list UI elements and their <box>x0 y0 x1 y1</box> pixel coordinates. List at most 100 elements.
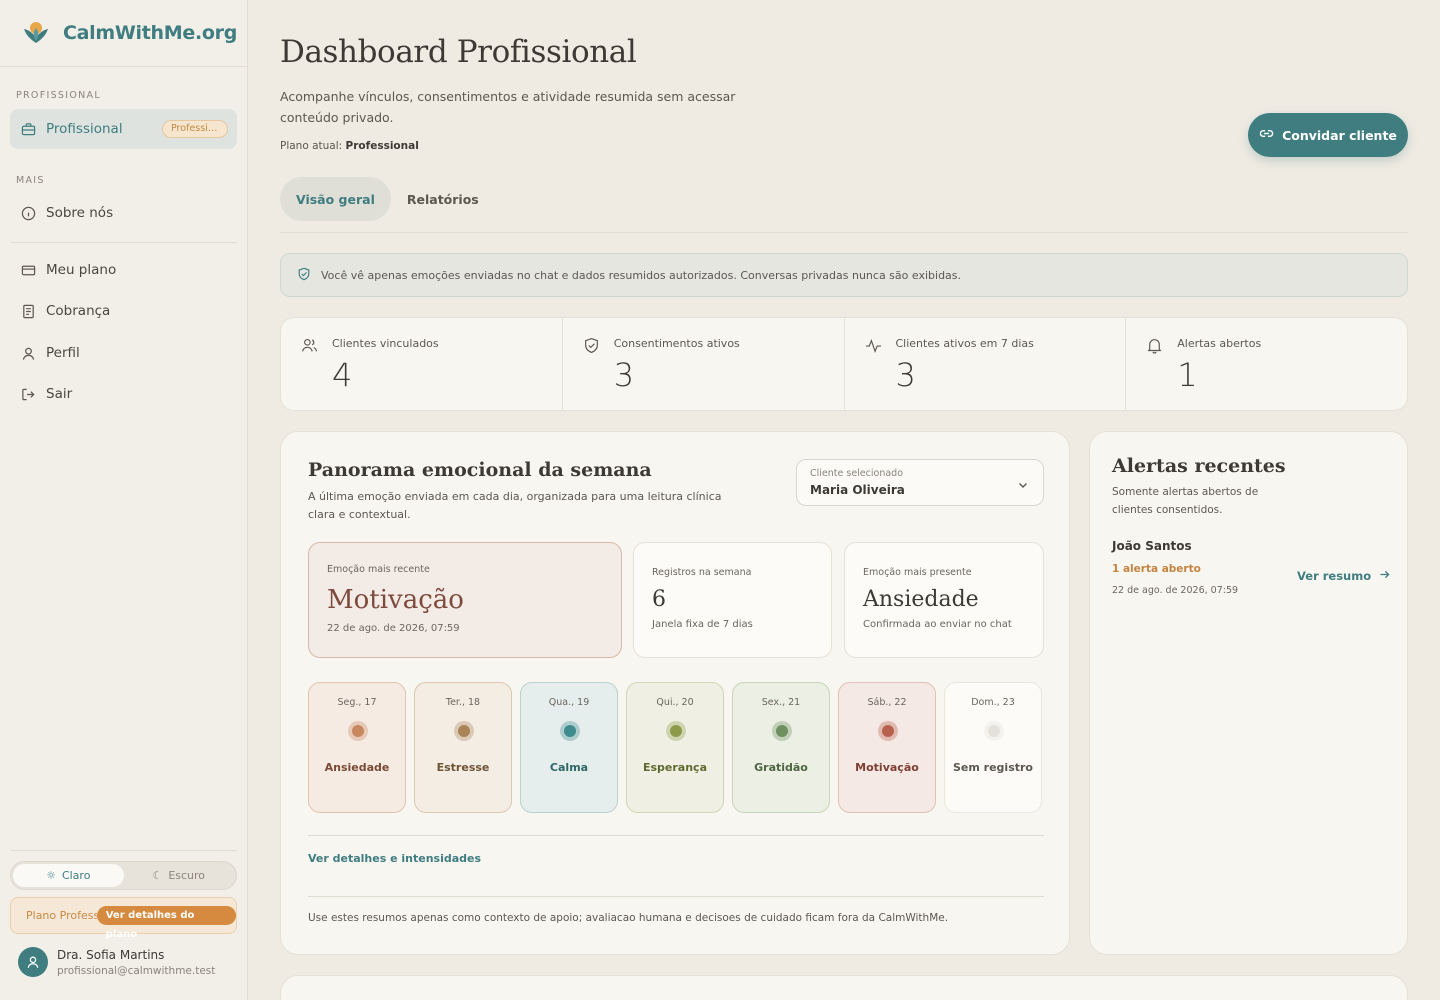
day-card[interactable]: Qui., 20 Esperança <box>626 682 724 813</box>
day-card[interactable]: Sex., 21 Gratidão <box>732 682 830 813</box>
stat-label: Clientes vinculados <box>332 337 439 350</box>
day-date: Qua., 19 <box>548 697 590 708</box>
day-card[interactable]: Seg., 17 Ansiedade <box>308 682 406 813</box>
tabs-divider <box>280 232 1408 233</box>
emotion-dot-icon <box>984 721 1004 741</box>
sun-icon: ☼ <box>46 869 56 882</box>
stats-bar: Clientes vinculados 4 Consentimentos ati… <box>280 317 1408 411</box>
chevron-down-icon <box>1017 476 1029 495</box>
avatar <box>18 947 48 977</box>
sidebar-item-profile[interactable]: Perfil <box>10 333 237 373</box>
plan-badge: Professional <box>162 120 228 138</box>
theme-dark-option[interactable]: ☾ Escuro <box>124 864 235 887</box>
shield-check-icon <box>297 267 311 284</box>
current-plan-prefix: Plano atual: <box>280 140 343 152</box>
stat-label: Consentimentos ativos <box>613 337 740 350</box>
day-emotion: Ansiedade <box>324 761 390 774</box>
sidebar-item-about[interactable]: Sobre nós <box>10 193 237 233</box>
most-present-emotion-card: Emoção mais presente Ansiedade Confirmad… <box>844 542 1044 658</box>
emotion-dot-icon <box>560 721 580 741</box>
emotion-dot-core <box>776 725 788 737</box>
user-icon <box>20 345 36 361</box>
arrow-right-icon <box>1379 569 1390 583</box>
day-card[interactable]: Sáb., 22 Motivação <box>838 682 936 813</box>
emotion-dot-core <box>988 725 1000 737</box>
user-card[interactable]: Dra. Sofia Martins profissional@calmwith… <box>18 947 215 977</box>
tab-reports[interactable]: Relatórios <box>391 177 495 221</box>
alert-count: 1 alerta aberto <box>1112 563 1201 575</box>
day-date: Sex., 21 <box>761 697 801 708</box>
weekly-records-foot: Janela fixa de 7 dias <box>652 619 753 630</box>
weekly-records-label: Registros na semana <box>652 567 752 578</box>
current-plan: Plano atual: Professional <box>280 140 419 152</box>
receipt-icon <box>20 303 36 319</box>
most-present-label: Emoção mais presente <box>863 567 972 578</box>
panel-divider <box>308 896 1044 897</box>
plan-box-label: Plano Professional <box>26 909 97 922</box>
day-emotion: Estresse <box>436 761 490 774</box>
user-name: Dra. Sofia Martins <box>57 947 165 962</box>
client-select[interactable]: Cliente selecionado Maria Oliveira <box>796 459 1044 506</box>
theme-toggle: ☼ Claro ☾ Escuro <box>10 861 237 890</box>
view-summary-link[interactable]: Ver resumo <box>1297 569 1390 583</box>
emotion-dot-core <box>458 725 470 737</box>
day-emotion: Sem registro <box>953 761 1033 774</box>
theme-light-label: Claro <box>61 869 91 882</box>
activity-icon <box>865 337 882 358</box>
tab-overview[interactable]: Visão geral <box>280 177 391 221</box>
theme-dark-label: Escuro <box>168 869 206 882</box>
page-subtitle: Acompanhe vínculos, consentimentos e ati… <box>280 89 736 125</box>
sidebar-item-label: Perfil <box>46 345 80 361</box>
stat-value: 4 <box>332 356 353 394</box>
day-date: Ter., 18 <box>445 697 481 708</box>
user-email: profissional@calmwithme.test <box>57 964 216 977</box>
emotion-dot-icon <box>666 721 686 741</box>
theme-light-option[interactable]: ☼ Claro <box>13 864 124 887</box>
sidebar-item-professional[interactable]: Profissional Professional <box>10 109 237 149</box>
link-icon <box>1259 126 1274 144</box>
stat-value: 1 <box>1177 356 1198 394</box>
info-icon <box>20 205 36 221</box>
users-icon <box>301 337 318 358</box>
alerts-subtitle: Somente alertas abertos de clientes cons… <box>1112 486 1259 516</box>
page-title: Dashboard Profissional <box>280 34 637 70</box>
logout-icon <box>20 386 36 402</box>
current-plan-value: Professional <box>345 140 419 152</box>
shield-icon <box>583 337 600 358</box>
sidebar-item-my-plan[interactable]: Meu plano <box>10 250 237 290</box>
day-date: Seg., 17 <box>337 697 377 708</box>
week-days: Seg., 17 Ansiedade Ter., 18 Estresse Qua., 1… <box>308 682 1050 813</box>
day-date: Dom., 23 <box>971 697 1015 708</box>
day-card[interactable]: Qua., 19 Calma <box>520 682 618 813</box>
sidebar-item-billing[interactable]: Cobrança <box>10 291 237 331</box>
day-card[interactable]: Dom., 23 Sem registro <box>944 682 1042 813</box>
alert-date: 22 de ago. de 2026, 07:59 <box>1112 585 1239 596</box>
recent-emotion-value: Motivação <box>327 585 464 615</box>
day-emotion: Esperança <box>642 761 708 774</box>
view-summary-label: Ver resumo <box>1297 569 1372 583</box>
panel-divider <box>308 835 1044 836</box>
plan-details-button[interactable]: Ver detalhes do plano <box>96 906 236 940</box>
privacy-notice: Você vê apenas emoções enviadas no chat … <box>280 253 1408 297</box>
plan-box: Plano Professional Ver detalhes do plano <box>10 897 237 940</box>
sidebar-item-label: Cobrança <box>46 303 111 319</box>
recent-emotion-card: Emoção mais recente Motivação 22 de ago.… <box>308 542 622 658</box>
client-select-label: Cliente selecionado <box>810 468 904 479</box>
details-link[interactable]: Ver detalhes e intensidades <box>308 852 481 865</box>
invite-client-label: Convidar cliente <box>1282 127 1397 143</box>
sidebar-item-label: Meu plano <box>46 262 117 278</box>
brand[interactable]: CalmWithMe.org <box>0 0 247 67</box>
stat-value: 3 <box>613 356 635 394</box>
day-emotion: Motivação <box>855 761 919 774</box>
lotus-logo-icon <box>24 22 48 43</box>
section-label-professional: PROFISSIONAL <box>16 90 101 101</box>
day-card[interactable]: Ter., 18 Estresse <box>414 682 512 813</box>
invite-client-button[interactable]: Convidar cliente <box>1248 113 1408 157</box>
recent-emotion-label: Emoção mais recente <box>327 564 430 575</box>
emotion-dot-icon <box>348 721 368 741</box>
sidebar-item-logout[interactable]: Sair <box>10 374 237 414</box>
panel-subtitle: A última emoção enviada em cada dia, org… <box>308 490 722 521</box>
emotion-dot-icon <box>454 721 474 741</box>
sidebar-item-label: Sair <box>46 386 73 402</box>
sidebar-divider <box>10 850 237 851</box>
